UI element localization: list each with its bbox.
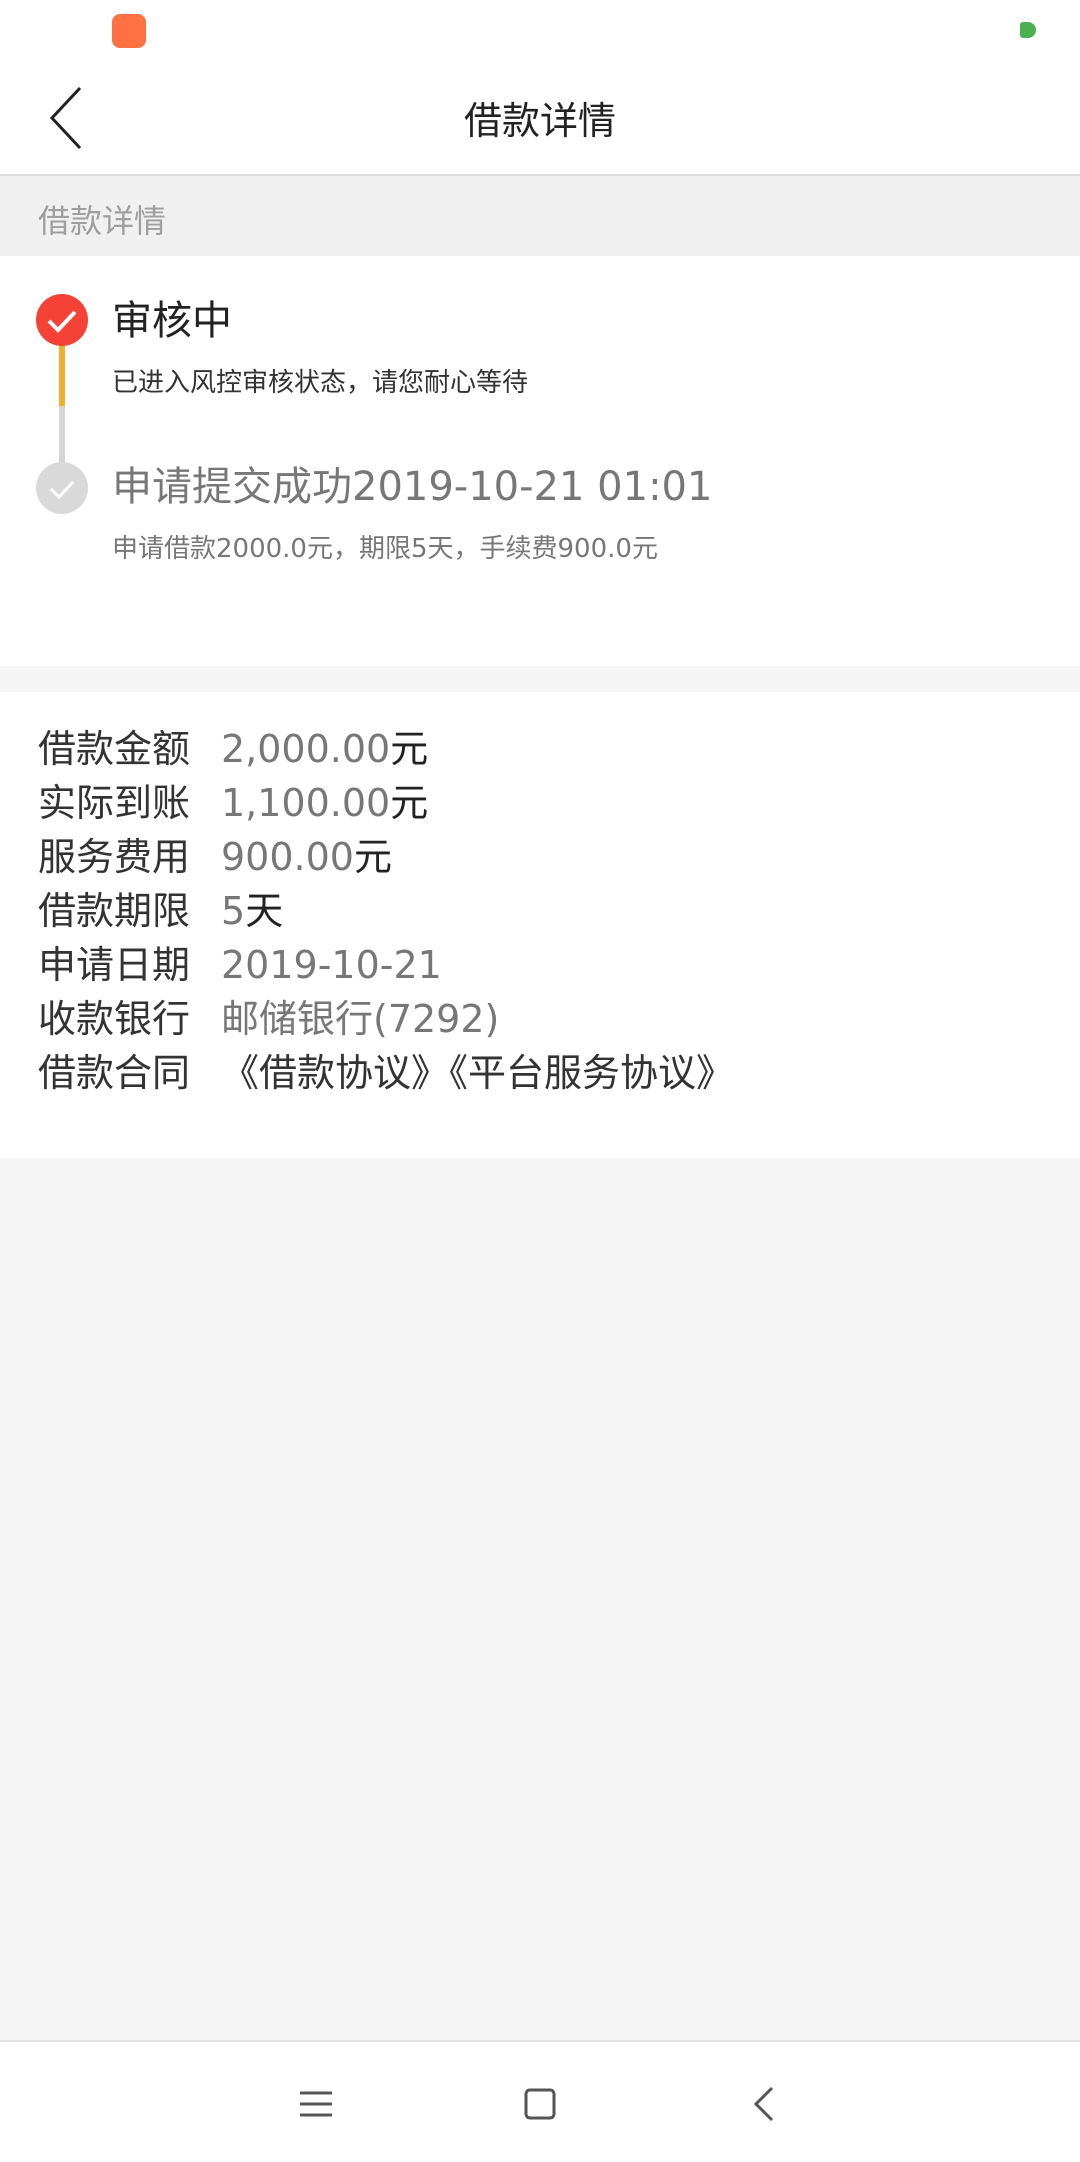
detail-value: 2,000.00	[221, 727, 391, 771]
detail-value: 2019-10-21	[221, 943, 442, 987]
detail-row-date: 申请日期 2019-10-21	[38, 934, 442, 988]
home-button[interactable]	[518, 2082, 562, 2126]
page-title: 借款详情	[463, 99, 616, 143]
timeline-line-active	[59, 346, 65, 406]
step-title-submitted: 申请提交成功2019-10-21 01:01	[112, 464, 713, 510]
detail-row-amount: 借款金额 2,000.00元	[38, 718, 428, 772]
detail-unit: 元	[390, 781, 429, 825]
detail-unit: 元	[390, 727, 429, 771]
detail-row-received: 实际到账 1,100.00元	[38, 772, 428, 826]
detail-value: 5	[221, 889, 246, 933]
timeline-line-inactive	[59, 406, 65, 466]
step-title-reviewing: 审核中	[112, 298, 232, 344]
app-notification-icon	[112, 14, 146, 48]
detail-label: 收款银行	[38, 997, 191, 1041]
detail-value: 900.00	[221, 835, 354, 879]
loan-details: 借款金额 2,000.00元 实际到账 1,100.00元 服务费用 900.00元 …	[0, 692, 1080, 1158]
section-title: 借款详情	[38, 202, 167, 240]
check-inactive-icon	[36, 462, 88, 514]
detail-label: 借款期限	[38, 889, 191, 933]
step-desc-submitted: 申请借款2000.0元，期限5天，手续费900.0元	[112, 534, 658, 564]
check-active-icon	[36, 294, 88, 346]
step-desc-reviewing: 已进入风控审核状态，请您耐心等待	[112, 368, 529, 398]
chevron-left-icon	[753, 2086, 774, 2122]
detail-row-term: 借款期限 5天	[38, 880, 283, 934]
detail-unit: 元	[353, 835, 392, 879]
detail-label: 服务费用	[38, 835, 191, 879]
detail-label: 借款合同	[38, 1051, 191, 1095]
detail-label: 申请日期	[38, 943, 191, 987]
system-nav-bar	[0, 2040, 1080, 2162]
detail-row-contract: 借款合同 《借款协议》《平台服务协议》	[38, 1042, 734, 1096]
system-back-button[interactable]	[744, 2082, 788, 2126]
detail-row-bank: 收款银行 邮储银行(7292)	[38, 988, 499, 1042]
menu-button[interactable]	[294, 2082, 338, 2126]
detail-label: 借款金额	[38, 727, 191, 771]
top-nav-bar: 借款详情	[0, 62, 1080, 176]
detail-value: 1,100.00	[221, 781, 391, 825]
battery-icon	[1020, 22, 1036, 38]
home-square-icon	[524, 2088, 556, 2120]
status-bar	[0, 0, 1080, 62]
status-timeline: 审核中 已进入风控审核状态，请您耐心等待 申请提交成功2019-10-21 01…	[0, 256, 1080, 666]
detail-value: 邮储银行(7292)	[221, 997, 500, 1041]
detail-label: 实际到账	[38, 781, 191, 825]
section-header: 借款详情	[0, 176, 1080, 256]
platform-service-agreement-link[interactable]: 《平台服务协议》	[449, 1051, 734, 1095]
loan-agreement-link[interactable]: 《借款协议》	[221, 1051, 449, 1095]
menu-icon	[300, 2091, 332, 2117]
detail-row-fee: 服务费用 900.00元	[38, 826, 392, 880]
detail-unit: 天	[245, 889, 284, 933]
